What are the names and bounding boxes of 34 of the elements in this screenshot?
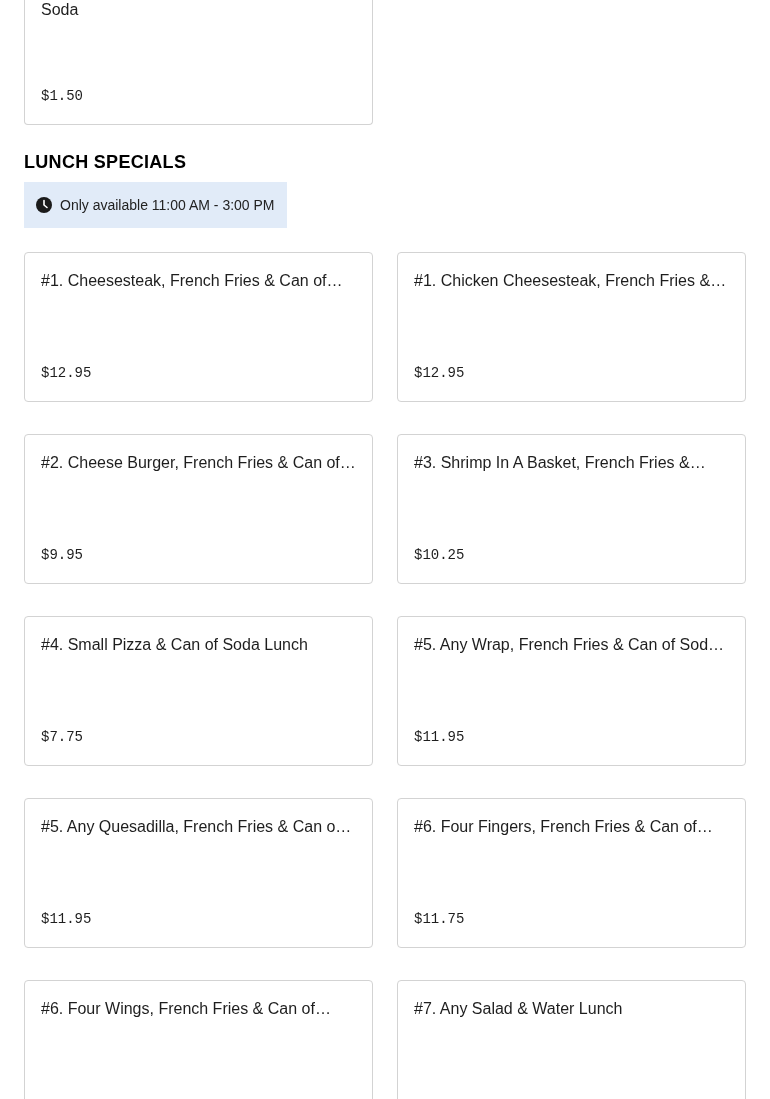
item-price: $9.95 <box>41 546 83 564</box>
menu-item-card[interactable]: #5. Any Quesadilla, French Fries & Can o… $11.95 <box>24 798 373 948</box>
item-title: #4. Small Pizza & Can of Soda Lunch <box>41 635 309 655</box>
menu-item-card[interactable]: #6. Four Fingers, French Fries & Can of… $11.75 <box>397 798 746 948</box>
menu-item-card[interactable]: Soda $1.50 <box>24 0 373 125</box>
menu-item-card[interactable]: #7. Any Salad & Water Lunch <box>397 980 746 1099</box>
item-price: $11.95 <box>41 910 92 928</box>
item-price: $11.95 <box>414 728 465 746</box>
section-heading: LUNCH SPECIALS <box>24 151 187 173</box>
menu-item-card[interactable]: #1. Chicken Cheesesteak, French Fries &… $12.95 <box>397 252 746 402</box>
menu-item-card[interactable]: #5. Any Wrap, French Fries & Can of Sod… $11.95 <box>397 616 746 766</box>
item-title: #6. Four Wings, French Fries & Can of… <box>41 999 332 1019</box>
menu-item-card[interactable]: #3. Shrimp In A Basket, French Fries &… $10.25 <box>397 434 746 584</box>
item-title: #1. Cheesesteak, French Fries & Can of… <box>41 271 344 291</box>
menu-item-card[interactable]: #1. Cheesesteak, French Fries & Can of… $12.95 <box>24 252 373 402</box>
item-title: #5. Any Wrap, French Fries & Can of Sod… <box>414 635 726 655</box>
item-price: $10.25 <box>414 546 465 564</box>
item-price: $12.95 <box>414 364 465 382</box>
menu-item-card[interactable]: #6. Four Wings, French Fries & Can of… <box>24 980 373 1099</box>
availability-text: Only available 11:00 AM - 3:00 PM <box>60 197 275 213</box>
item-title: #1. Chicken Cheesesteak, French Fries &… <box>414 271 728 291</box>
item-title: #2. Cheese Burger, French Fries & Can of… <box>41 453 356 473</box>
item-title: #6. Four Fingers, French Fries & Can of… <box>414 817 714 837</box>
item-price: $7.75 <box>41 728 83 746</box>
item-price: $12.95 <box>41 364 92 382</box>
clock-icon <box>36 197 52 213</box>
menu-item-card[interactable]: #2. Cheese Burger, French Fries & Can of… $9.95 <box>24 434 373 584</box>
item-price: $1.50 <box>41 87 83 105</box>
item-title: #7. Any Salad & Water Lunch <box>414 999 624 1019</box>
item-title: #5. Any Quesadilla, French Fries & Can o… <box>41 817 353 837</box>
item-price: $11.75 <box>414 910 465 928</box>
item-title: Soda <box>41 0 80 20</box>
item-title: #3. Shrimp In A Basket, French Fries &… <box>414 453 707 473</box>
menu-item-card[interactable]: #4. Small Pizza & Can of Soda Lunch $7.75 <box>24 616 373 766</box>
